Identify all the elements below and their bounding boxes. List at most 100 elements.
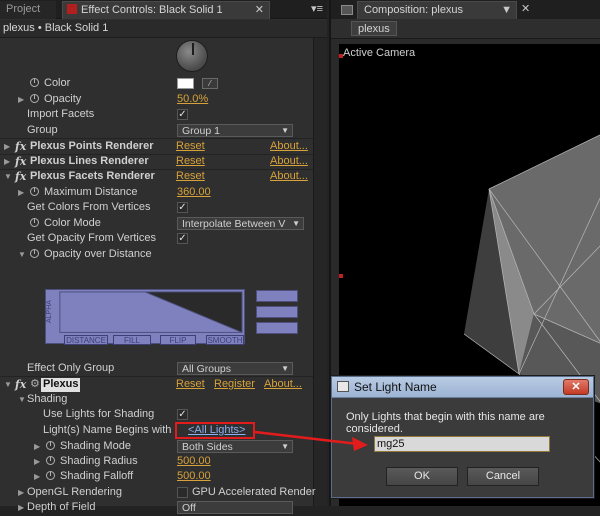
angle-dial[interactable] xyxy=(176,40,208,72)
plexus-register-link[interactable]: Register xyxy=(214,377,255,392)
depth-of-field-dropdown[interactable]: Off xyxy=(177,501,293,514)
graph-smooth-button[interactable]: SMOOTH xyxy=(206,335,244,345)
row-get-colors: Get Colors From Vertices ✓ xyxy=(0,200,313,216)
row-shading-mode: ▶ Shading Mode Both Sides ▼ xyxy=(0,439,313,455)
graph-flip-button[interactable]: FLIP xyxy=(160,335,196,345)
expand-triangle-icon[interactable]: ▶ xyxy=(34,439,40,454)
stopwatch-icon[interactable] xyxy=(46,454,59,469)
import-facets-label: Import Facets xyxy=(27,108,95,120)
dialog-message: Only Lights that begin with this name ar… xyxy=(346,411,545,435)
row-shading-radius: ▶ Shading Radius 500.00 xyxy=(0,454,313,470)
graph-distance-button[interactable]: DISTANCE xyxy=(64,335,108,345)
tab-effect-controls-label: Effect Controls: Black Solid 1 xyxy=(81,4,223,16)
gpu-checkbox[interactable]: ✓ xyxy=(177,487,188,498)
use-lights-checkbox[interactable]: ✓ xyxy=(177,409,188,420)
stopwatch-icon[interactable] xyxy=(30,216,43,231)
tab-project-label: Project xyxy=(6,3,41,15)
comp-name-tab[interactable]: plexus xyxy=(351,21,397,36)
color-mode-dropdown[interactable]: Interpolate Between V ▼ xyxy=(177,217,304,230)
facets-renderer-label: Plexus Facets Renderer xyxy=(30,170,155,182)
stopwatch-icon[interactable] xyxy=(30,76,43,91)
composition-subtabs: plexus xyxy=(331,19,600,39)
lights-name-label: Light(s) Name Begins with xyxy=(43,424,172,436)
max-distance-label: Maximum Distance xyxy=(44,186,138,198)
lines-about-link[interactable]: About... xyxy=(270,154,308,169)
graph-preset-2[interactable] xyxy=(256,306,298,318)
shading-mode-label: Shading Mode xyxy=(60,440,131,452)
effect-only-group-dropdown[interactable]: All Groups ▼ xyxy=(177,362,293,375)
tab-project[interactable]: Project xyxy=(0,1,56,19)
collapse-triangle-icon[interactable]: ▼ xyxy=(18,247,26,262)
graph-fill-button[interactable]: FILL xyxy=(113,335,151,345)
group-label: Group xyxy=(27,124,58,136)
dialog-title: Set Light Name xyxy=(354,380,437,394)
row-points-renderer: ▶ fx Plexus Points Renderer Reset About.… xyxy=(0,139,313,155)
row-group: Group Group 1 ▼ xyxy=(0,123,313,139)
plexus-about-link[interactable]: About... xyxy=(264,377,302,392)
stopwatch-icon[interactable] xyxy=(46,439,59,454)
opacity-over-distance-label: Opacity over Distance xyxy=(44,248,152,260)
shading-falloff-value[interactable]: 500.00 xyxy=(177,469,211,484)
points-about-link[interactable]: About... xyxy=(270,139,308,154)
lines-reset-link[interactable]: Reset xyxy=(176,154,205,169)
expand-triangle-icon[interactable]: ▶ xyxy=(4,154,10,169)
panel-menu-icon[interactable]: ▾≡ xyxy=(311,2,323,15)
expand-triangle-icon[interactable]: ▶ xyxy=(18,485,24,500)
facets-about-link[interactable]: About... xyxy=(270,169,308,184)
expand-triangle-icon[interactable]: ▶ xyxy=(34,454,40,469)
close-icon[interactable]: ✕ xyxy=(255,2,264,19)
fx-icon[interactable]: fx xyxy=(15,169,26,184)
light-name-input[interactable] xyxy=(374,436,550,452)
lock-icon[interactable] xyxy=(67,4,77,14)
opacity-value[interactable]: 50.0% xyxy=(177,92,208,107)
close-icon[interactable]: ✕ xyxy=(563,379,589,395)
facets-reset-link[interactable]: Reset xyxy=(176,169,205,184)
cancel-button[interactable]: Cancel xyxy=(467,467,539,486)
expand-triangle-icon[interactable]: ▶ xyxy=(4,139,10,154)
fx-icon[interactable]: fx xyxy=(15,154,26,169)
chevron-down-icon: ▼ xyxy=(281,126,289,135)
shading-label: Shading xyxy=(27,393,68,405)
gpu-label: GPU Accelerated Render xyxy=(192,486,316,498)
effect-only-group-label: Effect Only Group xyxy=(27,362,115,374)
close-icon[interactable]: ✕ xyxy=(521,2,530,15)
plexus-reset-link[interactable]: Reset xyxy=(176,377,205,392)
fx-icon[interactable]: fx xyxy=(15,139,26,154)
get-opacity-checkbox[interactable]: ✓ xyxy=(177,233,188,244)
row-facets-renderer: ▼ fx Plexus Facets Renderer Reset About.… xyxy=(0,169,313,185)
collapse-triangle-icon[interactable]: ▼ xyxy=(4,169,12,184)
expand-triangle-icon[interactable]: ▶ xyxy=(18,92,24,107)
fx-icon[interactable]: fx xyxy=(15,377,26,392)
group-dropdown-value: Group 1 xyxy=(182,125,220,137)
tab-effect-controls[interactable]: Effect Controls: Black Solid 1 ✕ xyxy=(62,1,270,19)
stopwatch-icon[interactable] xyxy=(46,469,59,484)
collapse-triangle-icon[interactable]: ▼ xyxy=(4,377,12,392)
group-dropdown[interactable]: Group 1 ▼ xyxy=(177,124,293,137)
collapse-triangle-icon[interactable]: ▼ xyxy=(18,392,26,407)
shading-mode-dropdown[interactable]: Both Sides ▼ xyxy=(177,440,293,453)
stopwatch-icon[interactable] xyxy=(30,247,43,262)
ok-button[interactable]: OK xyxy=(386,467,458,486)
scrollbar[interactable] xyxy=(313,38,327,506)
graph-preset-1[interactable] xyxy=(256,290,298,302)
expand-triangle-icon[interactable]: ▶ xyxy=(18,185,24,200)
import-facets-checkbox[interactable]: ✓ xyxy=(177,109,188,120)
composition-icon xyxy=(341,5,353,15)
stopwatch-icon[interactable] xyxy=(30,92,43,107)
dialog-title-bar[interactable]: Set Light Name ✕ xyxy=(332,377,593,398)
get-colors-checkbox[interactable]: ✓ xyxy=(177,202,188,213)
shading-radius-value[interactable]: 500.00 xyxy=(177,454,211,469)
eyedropper-icon[interactable]: ⁄ xyxy=(202,78,218,89)
max-distance-value[interactable]: 360.00 xyxy=(177,185,211,200)
opacity-label: Opacity xyxy=(44,93,82,105)
graph-preset-3[interactable] xyxy=(256,322,298,334)
color-swatch[interactable] xyxy=(177,78,194,89)
shading-radius-label: Shading Radius xyxy=(60,455,138,467)
expand-triangle-icon[interactable]: ▶ xyxy=(18,500,24,515)
color-mode-label: Color Mode xyxy=(44,217,101,229)
chevron-down-icon[interactable]: ▼ xyxy=(501,2,512,19)
tab-composition[interactable]: Composition: plexus ▼ xyxy=(357,1,517,19)
points-reset-link[interactable]: Reset xyxy=(176,139,205,154)
stopwatch-icon[interactable] xyxy=(30,185,43,200)
expand-triangle-icon[interactable]: ▶ xyxy=(34,469,40,484)
